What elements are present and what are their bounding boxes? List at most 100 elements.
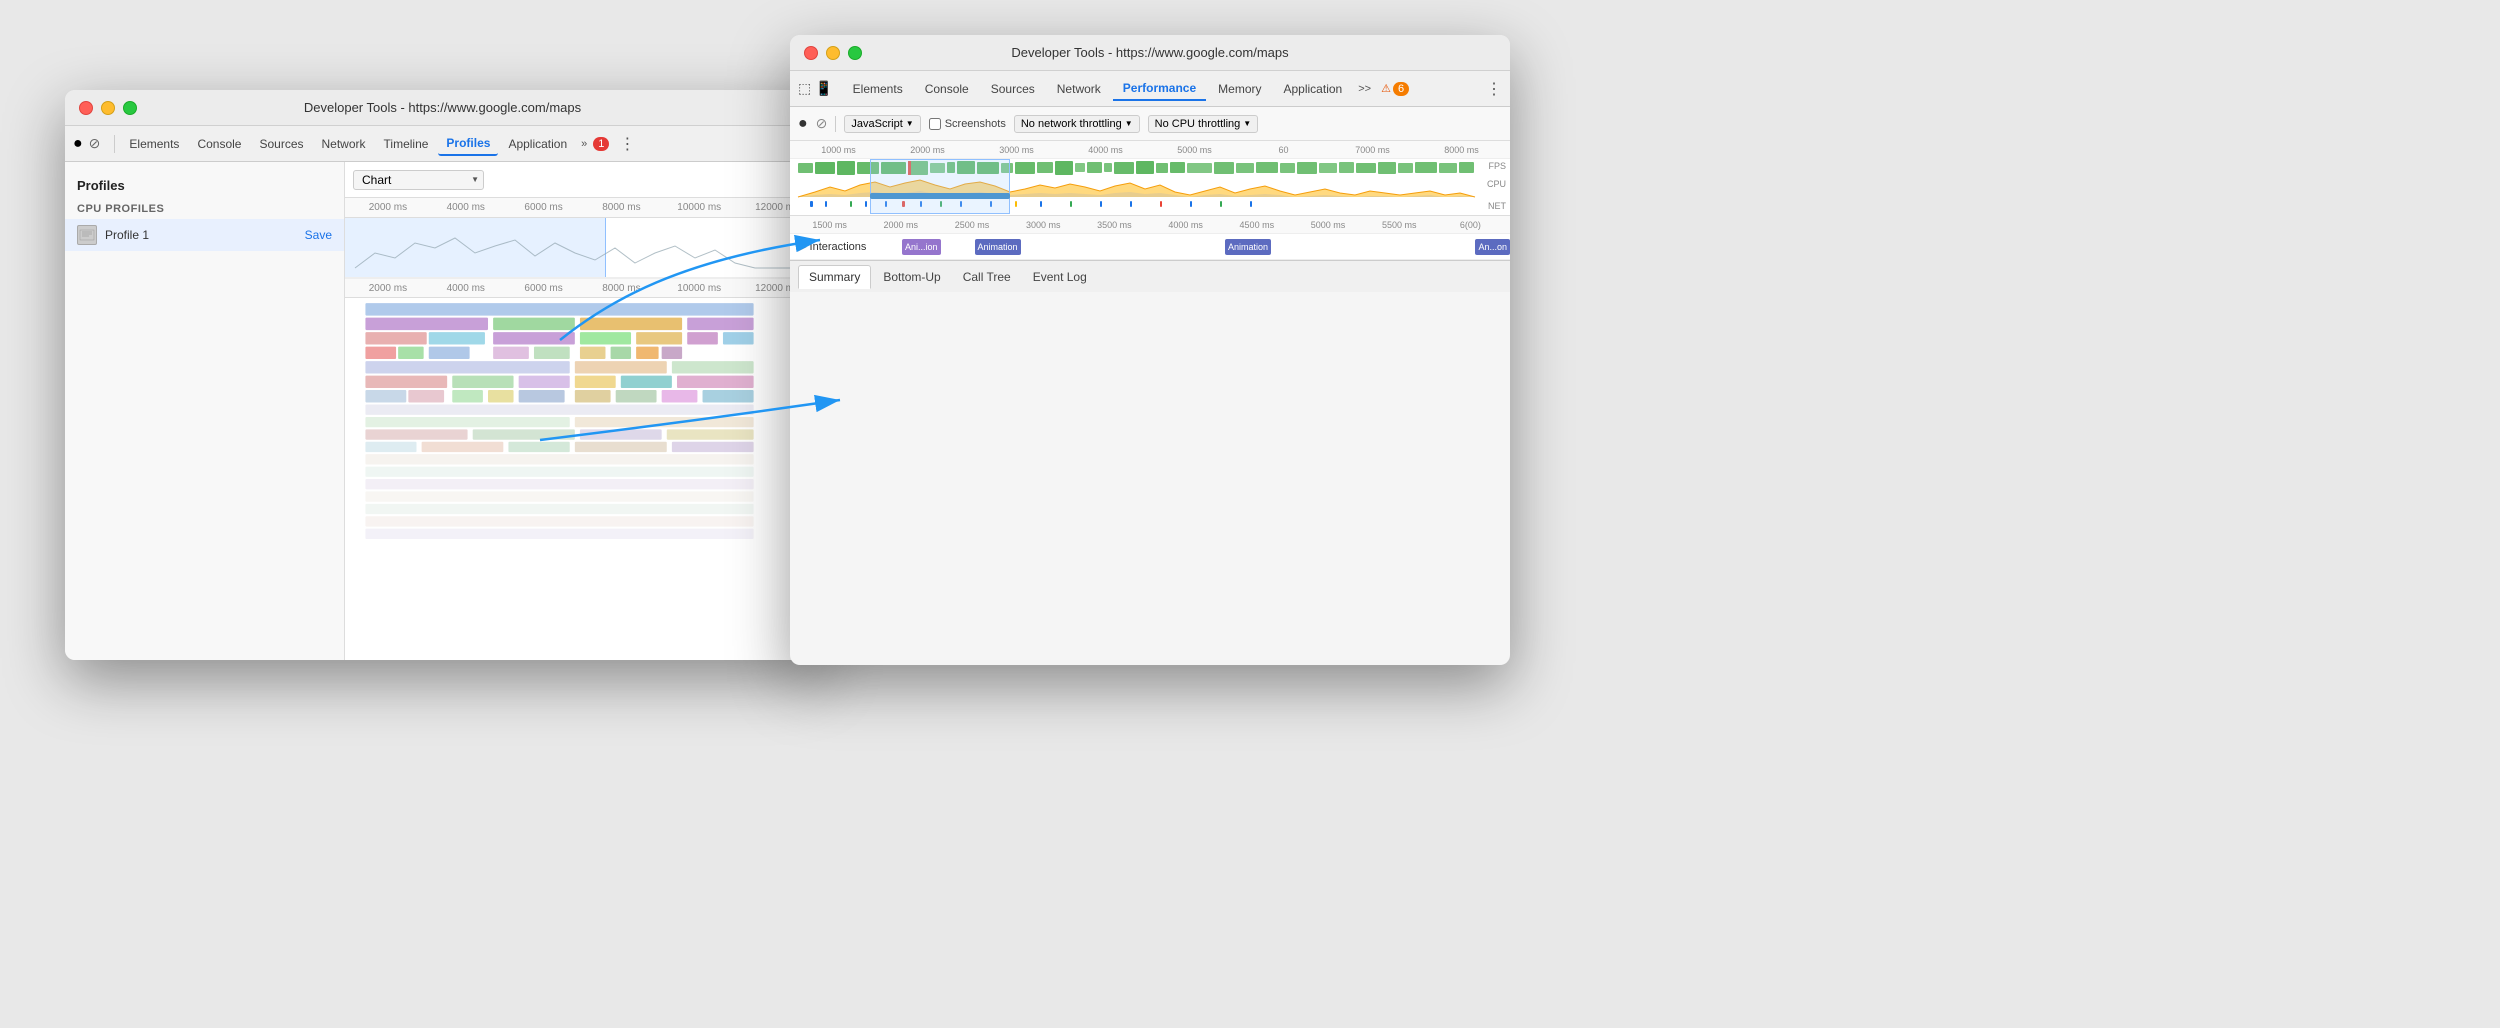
overview-ruler: 1000 ms 2000 ms 3000 ms 4000 ms 5000 ms … bbox=[790, 141, 1510, 159]
tab-network-right[interactable]: Network bbox=[1047, 78, 1111, 100]
tab-sources-left[interactable]: Sources bbox=[251, 133, 311, 155]
profiles-title: Profiles bbox=[65, 172, 344, 199]
tick-4: 8000 ms bbox=[582, 202, 660, 213]
record-controls-left: ● ⊘ bbox=[73, 135, 100, 153]
tab-console-left[interactable]: Console bbox=[189, 133, 249, 155]
selection-bar[interactable] bbox=[870, 193, 1010, 199]
js-dropdown-label: JavaScript bbox=[851, 118, 902, 130]
btick-4: 8000 ms bbox=[582, 283, 660, 294]
tick-5: 10000 ms bbox=[660, 202, 738, 213]
fps-label: FPS bbox=[1488, 161, 1506, 171]
dtick-6: 4000 ms bbox=[1150, 220, 1221, 230]
net-track: NET bbox=[790, 199, 1510, 211]
right-nav-bar: ⬚ 📱 Elements Console Sources Network Per… bbox=[790, 71, 1510, 107]
nav-menu-right[interactable]: ⋮ bbox=[1486, 79, 1502, 99]
right-devtools-window: Developer Tools - https://www.google.com… bbox=[790, 35, 1510, 665]
warning-icon: ⚠ bbox=[1381, 82, 1391, 95]
dtick-9: 5500 ms bbox=[1364, 220, 1435, 230]
tab-event-log[interactable]: Event Log bbox=[1023, 266, 1097, 288]
timeline-overview[interactable]: 1000 ms 2000 ms 3000 ms 4000 ms 5000 ms … bbox=[790, 141, 1510, 216]
tab-timeline-left[interactable]: Timeline bbox=[376, 133, 437, 155]
green-light-right[interactable] bbox=[848, 46, 862, 60]
perf-toolbar: ● ⊘ JavaScript ▼ Screenshots No network … bbox=[790, 107, 1510, 141]
ms-tick-4: 4000 ms bbox=[1061, 145, 1150, 155]
btick-3: 6000 ms bbox=[505, 283, 583, 294]
tab-performance-right[interactable]: Performance bbox=[1113, 77, 1206, 101]
yellow-light-right[interactable] bbox=[826, 46, 840, 60]
profile-icon-1 bbox=[77, 225, 97, 245]
profile-save-1[interactable]: Save bbox=[305, 228, 332, 242]
dtick-10: 6(00) bbox=[1435, 220, 1506, 230]
chart-select-wrap[interactable]: Chart Heavy (Bottom Up) Tree (Top Down) bbox=[353, 170, 484, 190]
tab-application-right[interactable]: Application bbox=[1274, 78, 1353, 100]
record-button-left[interactable]: ● bbox=[73, 135, 83, 153]
ms-tick-7: 7000 ms bbox=[1328, 145, 1417, 155]
perf-record-btn[interactable]: ● bbox=[798, 115, 808, 133]
interactions-row: ▶ Interactions Ani...ion Animation Anima… bbox=[790, 234, 1510, 260]
left-window-title: Developer Tools - https://www.google.com… bbox=[304, 100, 581, 115]
js-dropdown[interactable]: JavaScript ▼ bbox=[844, 115, 920, 133]
interaction-block-4: An...on bbox=[1475, 239, 1510, 255]
chart-dropdown[interactable]: Chart Heavy (Bottom Up) Tree (Top Down) bbox=[353, 170, 484, 190]
cpu-throttle-dropdown[interactable]: No CPU throttling ▼ bbox=[1148, 115, 1259, 133]
dtick-3: 2500 ms bbox=[936, 220, 1007, 230]
network-throttle-dropdown[interactable]: No network throttling ▼ bbox=[1014, 115, 1140, 133]
tick-2: 4000 ms bbox=[427, 202, 505, 213]
tab-summary[interactable]: Summary bbox=[798, 265, 871, 289]
warning-count: 6 bbox=[1393, 82, 1409, 96]
profiles-sidebar: Profiles CPU PROFILES Profile 1 Save bbox=[65, 162, 345, 660]
waveform-svg bbox=[345, 218, 820, 278]
perf-stop-btn[interactable]: ⊘ bbox=[816, 115, 828, 132]
tab-application-left[interactable]: Application bbox=[500, 133, 575, 155]
red-light-right[interactable] bbox=[804, 46, 818, 60]
net-label: NET bbox=[1488, 201, 1506, 211]
cpu-label: CPU bbox=[1487, 179, 1506, 189]
mini-waveform bbox=[345, 218, 820, 278]
device-icon[interactable]: 📱 bbox=[815, 80, 832, 97]
btick-2: 4000 ms bbox=[427, 283, 505, 294]
red-light[interactable] bbox=[79, 101, 93, 115]
chart-panel: Chart Heavy (Bottom Up) Tree (Top Down) … bbox=[345, 162, 820, 660]
interaction-block-2: Animation bbox=[975, 239, 1021, 255]
ms-tick-3: 3000 ms bbox=[972, 145, 1061, 155]
ms-tick-5: 5000 ms bbox=[1150, 145, 1239, 155]
nav-more-right[interactable]: >> bbox=[1358, 83, 1371, 95]
ms-tick-2: 2000 ms bbox=[883, 145, 972, 155]
tab-profiles-left[interactable]: Profiles bbox=[438, 132, 498, 156]
nav-menu-left[interactable]: ⋮ bbox=[619, 134, 635, 154]
screenshots-check[interactable] bbox=[929, 118, 941, 130]
tab-call-tree[interactable]: Call Tree bbox=[953, 266, 1021, 288]
tab-sources-right[interactable]: Sources bbox=[981, 78, 1045, 100]
right-title-bar: Developer Tools - https://www.google.com… bbox=[790, 35, 1510, 71]
cpu-flame-chart[interactable]: (...) (...) (...) bbox=[345, 298, 820, 660]
ms-tick-8: 8000 ms bbox=[1417, 145, 1506, 155]
traffic-lights-left bbox=[79, 101, 137, 115]
right-window-title: Developer Tools - https://www.google.com… bbox=[1011, 45, 1288, 60]
tab-elements-left[interactable]: Elements bbox=[121, 133, 187, 155]
interactions-label[interactable]: ▶ Interactions bbox=[798, 240, 878, 253]
tick-1: 2000 ms bbox=[349, 202, 427, 213]
tab-bottom-up[interactable]: Bottom-Up bbox=[873, 266, 950, 288]
stop-button-left[interactable]: ⊘ bbox=[89, 135, 101, 152]
interaction-block-3: Animation bbox=[1225, 239, 1271, 255]
nav-more-left[interactable]: » bbox=[581, 138, 587, 150]
dtick-7: 4500 ms bbox=[1221, 220, 1292, 230]
cpu-profiles-label: CPU PROFILES bbox=[65, 199, 344, 219]
yellow-light[interactable] bbox=[101, 101, 115, 115]
toolbar-sep-1 bbox=[835, 116, 836, 132]
green-light[interactable] bbox=[123, 101, 137, 115]
inspect-icon[interactable]: ⬚ bbox=[798, 80, 811, 97]
net-svg bbox=[790, 199, 1510, 209]
tab-elements-right[interactable]: Elements bbox=[843, 78, 913, 100]
dtick-8: 5000 ms bbox=[1292, 220, 1363, 230]
tab-console-right[interactable]: Console bbox=[915, 78, 979, 100]
tab-memory-right[interactable]: Memory bbox=[1208, 78, 1271, 100]
tab-network-left[interactable]: Network bbox=[314, 133, 374, 155]
profile-name-1: Profile 1 bbox=[105, 228, 297, 242]
dtick-4: 3000 ms bbox=[1008, 220, 1079, 230]
screenshots-checkbox[interactable]: Screenshots bbox=[929, 118, 1006, 130]
detail-ruler: 1500 ms 2000 ms 2500 ms 3000 ms 3500 ms … bbox=[790, 216, 1510, 234]
error-badge-left: 1 bbox=[593, 137, 609, 151]
profile-item-1[interactable]: Profile 1 Save bbox=[65, 219, 344, 251]
ms-tick-6: 60 bbox=[1239, 145, 1328, 155]
